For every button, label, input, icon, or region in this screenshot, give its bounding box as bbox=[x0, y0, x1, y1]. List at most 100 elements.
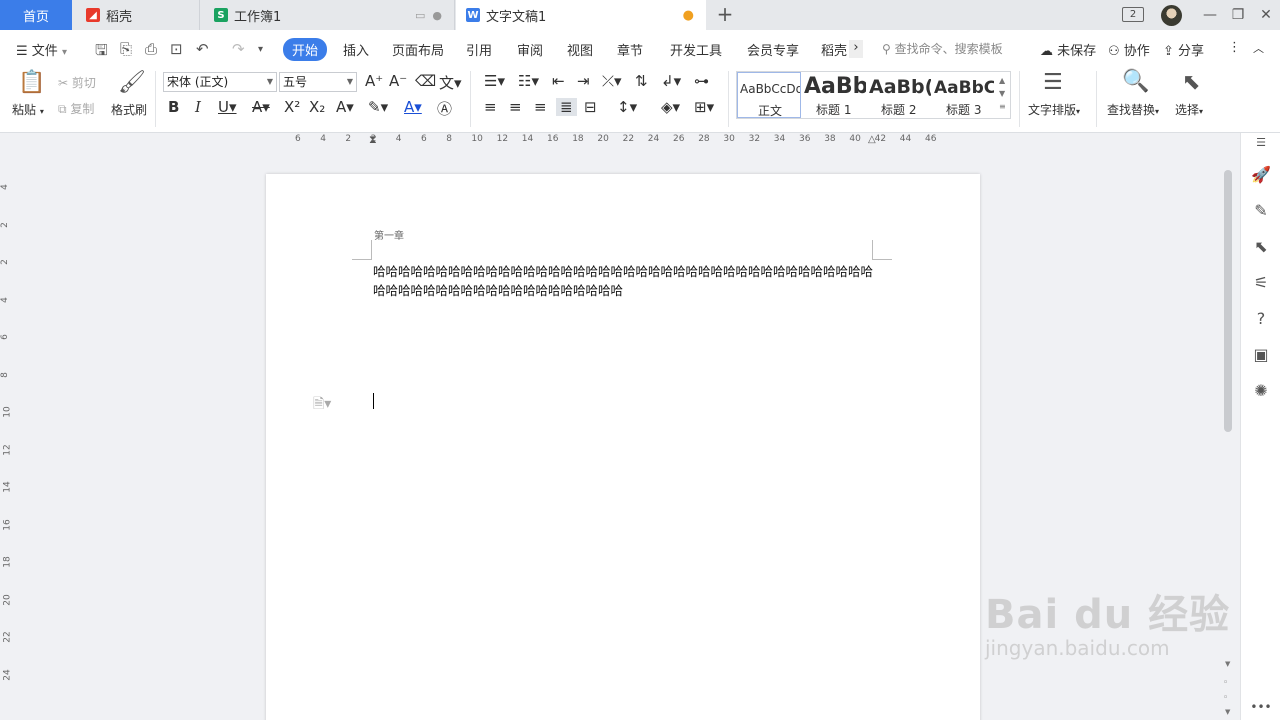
highlight-icon[interactable]: ✎▾ bbox=[368, 98, 388, 116]
char-border-icon[interactable]: Ⓐ bbox=[437, 98, 452, 119]
select-button[interactable]: 选择▾ bbox=[1175, 101, 1203, 118]
close-icon[interactable]: ✕ bbox=[1252, 7, 1280, 23]
collaborate-button[interactable]: ⚇ 协作 bbox=[1108, 40, 1150, 59]
panel-toggle-icon[interactable]: ☰ bbox=[1250, 136, 1272, 158]
sort-icon[interactable]: ⇅ bbox=[635, 72, 648, 90]
shrink-font-icon[interactable]: A⁻ bbox=[389, 72, 407, 90]
cut-button[interactable]: ✂ 剪切 bbox=[58, 74, 96, 91]
restore-icon[interactable]: ❐ bbox=[1224, 7, 1252, 23]
show-marks-icon[interactable]: ↲▾ bbox=[661, 72, 681, 90]
line-spacing-icon[interactable]: ↕▾ bbox=[617, 98, 637, 116]
vertical-ruler[interactable]: 4 2 2 4 6 8 10 12 14 16 18 20 22 24 bbox=[0, 150, 16, 720]
tab-workbook[interactable]: S 工作簿1 ▭ ● bbox=[200, 0, 455, 30]
borders-icon[interactable]: ⊞▾ bbox=[694, 98, 714, 116]
menu-tab-view[interactable]: 视图 bbox=[567, 40, 593, 59]
pen-icon[interactable]: ✎ bbox=[1250, 201, 1272, 223]
tab-stops-icon[interactable]: ⊶ bbox=[694, 72, 709, 90]
document-page[interactable]: 第一章 哈哈哈哈哈哈哈哈哈哈哈哈哈哈哈哈哈哈哈哈哈哈哈哈哈哈哈哈哈哈哈哈哈哈哈哈… bbox=[266, 174, 980, 720]
style-heading-2[interactable]: AaBb( 标题 2 bbox=[867, 72, 931, 118]
print-icon[interactable]: ⎙ bbox=[145, 40, 157, 58]
grow-font-icon[interactable]: A⁺ bbox=[365, 72, 383, 90]
unsaved-dot-icon[interactable]: ● bbox=[683, 8, 694, 23]
numbered-list-icon[interactable]: ☷▾ bbox=[518, 72, 539, 90]
redo-icon[interactable]: ↷ bbox=[232, 40, 245, 58]
find-replace-icon[interactable]: 🔍 bbox=[1122, 69, 1149, 94]
strikethrough-icon[interactable]: A▾ bbox=[252, 98, 270, 116]
italic-icon[interactable]: I bbox=[195, 98, 201, 116]
scroll-thumb[interactable] bbox=[1224, 170, 1232, 432]
styles-scroll-icon[interactable]: ▲ ▼ ≡ bbox=[999, 74, 1006, 113]
tab-home[interactable]: 首页 bbox=[0, 0, 72, 30]
menu-tab-layout[interactable]: 页面布局 bbox=[392, 40, 444, 59]
style-normal[interactable]: AaBbCcDd 正文 bbox=[737, 72, 801, 118]
horizontal-ruler[interactable]: ⧗ △ 6 4 2 2 4 6 8 10 12 14 16 18 20 22 24 26 28 30 32 34 36 3… bbox=[0, 133, 1240, 147]
text-effect-icon[interactable]: A▾ bbox=[336, 98, 354, 116]
underline-icon[interactable]: U▾ bbox=[218, 98, 237, 116]
chinese-layout-icon[interactable]: ⤫▾ bbox=[602, 72, 622, 90]
avatar[interactable] bbox=[1161, 5, 1182, 26]
menu-tab-member[interactable]: 会员专享 bbox=[747, 40, 799, 59]
save-icon[interactable]: 🖫 bbox=[95, 40, 108, 65]
subscript-icon[interactable]: X₂ bbox=[309, 98, 325, 116]
menu-tab-references[interactable]: 引用 bbox=[466, 40, 492, 59]
superscript-icon[interactable]: X² bbox=[284, 98, 300, 116]
image-tool-icon[interactable]: ▣ bbox=[1250, 345, 1272, 367]
rocket-icon[interactable]: 🚀 bbox=[1250, 165, 1272, 187]
bullet-list-icon[interactable]: ☰▾ bbox=[484, 72, 505, 90]
command-search[interactable]: ⚲ 查找命令、搜索模板 bbox=[882, 40, 1003, 57]
font-size-select[interactable]: 五号 ▼ bbox=[279, 72, 357, 92]
prev-page-icon[interactable]: ◦ bbox=[1223, 678, 1228, 688]
undo-icon[interactable]: ↶ bbox=[196, 40, 209, 58]
pointer-icon[interactable]: ⬉ bbox=[1250, 237, 1272, 259]
phonetic-guide-icon[interactable]: 文▾ bbox=[439, 72, 462, 93]
copy-button[interactable]: ⧉ 复制 bbox=[58, 100, 94, 117]
style-heading-1[interactable]: AaBb 标题 1 bbox=[802, 72, 866, 118]
scroll-down-icon[interactable]: ▼ bbox=[1225, 660, 1230, 668]
print-preview-icon[interactable]: ⊡ bbox=[170, 40, 183, 58]
document-body[interactable]: 哈哈哈哈哈哈哈哈哈哈哈哈哈哈哈哈哈哈哈哈哈哈哈哈哈哈哈哈哈哈哈哈哈哈哈哈哈哈哈哈… bbox=[373, 262, 873, 300]
bold-icon[interactable]: B bbox=[168, 98, 179, 116]
align-left-icon[interactable]: ≡ bbox=[484, 98, 497, 116]
menu-tab-home[interactable]: 开始 bbox=[283, 38, 328, 61]
bulb-icon[interactable]: ✺ bbox=[1250, 381, 1272, 403]
next-page-icon[interactable]: ▼ bbox=[1225, 708, 1230, 716]
unsaved-button[interactable]: ☁ 未保存 bbox=[1040, 40, 1096, 59]
menu-tab-developer[interactable]: 开发工具 bbox=[670, 40, 722, 59]
help-icon[interactable]: ? bbox=[1250, 309, 1272, 331]
distributed-icon[interactable]: ⊟ bbox=[584, 98, 597, 116]
export-pdf-icon[interactable]: ⎘ bbox=[120, 40, 132, 58]
more-dots-icon[interactable]: ••• bbox=[1250, 700, 1272, 720]
window-count-badge[interactable]: 2 bbox=[1122, 7, 1144, 22]
font-name-select[interactable]: 宋体 (正文) ▼ bbox=[163, 72, 277, 92]
select-cursor-icon[interactable]: ⬉ bbox=[1182, 70, 1200, 95]
paste-icon[interactable]: 📋 bbox=[18, 70, 45, 95]
justify-icon[interactable]: ≣ bbox=[556, 98, 577, 116]
text-layout-icon[interactable]: ☰ bbox=[1043, 70, 1063, 95]
format-painter-button[interactable]: 格式刷 bbox=[111, 101, 147, 118]
share-button[interactable]: ⇪ 分享 bbox=[1163, 40, 1204, 59]
tab-dot-icon[interactable]: ▭ ● bbox=[415, 9, 442, 22]
text-layout-button[interactable]: 文字排版▾ bbox=[1028, 101, 1080, 118]
increase-indent-icon[interactable]: ⇥ bbox=[577, 72, 590, 90]
collapse-ribbon-icon[interactable]: ︿ bbox=[1253, 40, 1264, 56]
tab-document[interactable]: W 文字文稿1 ● bbox=[456, 0, 706, 30]
select-browse-icon[interactable]: ◦ bbox=[1223, 693, 1228, 703]
format-painter-icon[interactable]: 🖌 bbox=[118, 70, 146, 95]
shading-icon[interactable]: ◈▾ bbox=[661, 98, 680, 116]
tab-daoke[interactable]: ◢ 稻壳 bbox=[72, 0, 200, 30]
more-icon[interactable]: ⋮ bbox=[1228, 40, 1241, 55]
paragraph-layout-icon[interactable]: 🗎▾ bbox=[313, 393, 331, 417]
align-center-icon[interactable]: ≡ bbox=[509, 98, 522, 116]
minimize-icon[interactable]: — bbox=[1196, 7, 1224, 23]
menu-scroll-right-icon[interactable]: › bbox=[849, 40, 863, 58]
decrease-indent-icon[interactable]: ⇤ bbox=[552, 72, 565, 90]
menu-tab-daoke[interactable]: 稻壳 bbox=[821, 40, 847, 59]
clear-format-icon[interactable]: ⌫ bbox=[415, 72, 436, 90]
adjust-icon[interactable]: ⚟ bbox=[1250, 273, 1272, 295]
find-replace-button[interactable]: 查找替换▾ bbox=[1107, 101, 1159, 118]
menu-tab-chapter[interactable]: 章节 bbox=[617, 40, 643, 59]
menu-file[interactable]: ☰ 文件 ▾ bbox=[16, 40, 67, 59]
new-tab-button[interactable]: + bbox=[714, 3, 736, 25]
menu-tab-insert[interactable]: 插入 bbox=[343, 40, 369, 59]
paste-button[interactable]: 粘贴 ▾ bbox=[12, 101, 44, 118]
